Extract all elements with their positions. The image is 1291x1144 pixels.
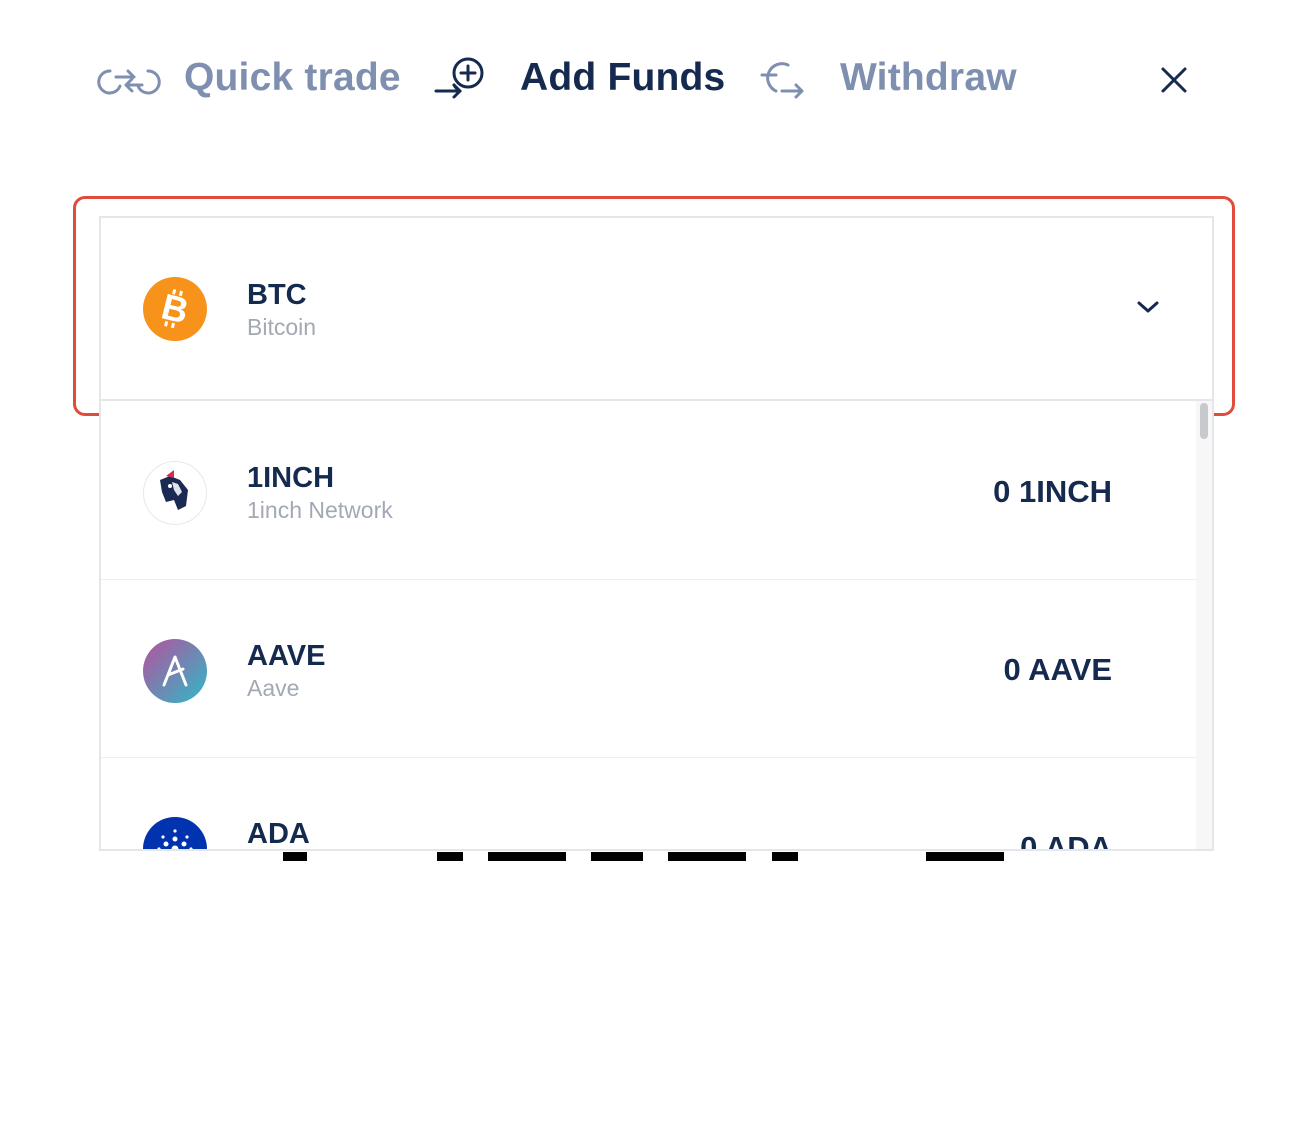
artifact-dash: [437, 852, 463, 861]
selected-currency-name: Bitcoin: [247, 314, 317, 340]
currency-select[interactable]: B BTC Bitcoin: [99, 216, 1214, 399]
list-item[interactable]: AAVE Aave 0 AAVE: [101, 579, 1198, 758]
currency-balance: 0 ADA: [1020, 830, 1112, 851]
tab-quick-trade-label: Quick trade: [184, 56, 401, 99]
cardano-icon: [143, 817, 207, 849]
artifact-dash: [283, 852, 307, 861]
currency-balance: 0 AAVE: [1003, 652, 1112, 687]
artifact-dash: [926, 852, 1004, 861]
currency-name: Aave: [247, 675, 300, 701]
tab-withdraw[interactable]: Withdraw: [754, 50, 1017, 106]
currency-symbol: AAVE: [247, 640, 326, 672]
dropdown-scrollbar[interactable]: [1196, 401, 1212, 849]
tab-add-funds[interactable]: Add Funds: [434, 50, 725, 106]
artifact-dash: [772, 852, 798, 861]
bitcoin-icon: B: [143, 277, 207, 341]
scrollbar-thumb[interactable]: [1200, 403, 1208, 439]
close-button[interactable]: [1156, 62, 1192, 98]
artifact-dash: [591, 852, 643, 861]
artifact-dash: [488, 852, 566, 861]
withdraw-arrow-icon: [754, 53, 806, 103]
close-icon: [1161, 67, 1187, 93]
selected-currency-symbol: BTC: [247, 279, 307, 311]
artifact-dash: [668, 852, 746, 861]
1inch-unicorn-icon: [143, 461, 207, 525]
currency-balance: 0 1INCH: [993, 474, 1112, 509]
list-item[interactable]: 1INCH 1inch Network 0 1INCH: [101, 401, 1198, 580]
funds-tabs: Quick trade Add Funds Withdraw: [0, 0, 1291, 160]
tab-add-funds-label: Add Funds: [520, 56, 726, 99]
tab-withdraw-label: Withdraw: [840, 56, 1017, 99]
currency-name: 1inch Network: [247, 497, 393, 523]
add-funds-plus-icon: [434, 53, 490, 103]
aave-icon: [143, 639, 207, 703]
currency-symbol: ADA: [247, 818, 310, 850]
currency-dropdown-list[interactable]: 1INCH 1inch Network 0 1INCH AAVE Aave 0 …: [99, 399, 1214, 851]
chevron-down-icon[interactable]: [1135, 298, 1161, 316]
list-item[interactable]: ADA 0 ADA: [101, 757, 1198, 851]
currency-symbol: 1INCH: [247, 462, 335, 494]
tab-quick-trade[interactable]: Quick trade: [96, 50, 401, 106]
swap-arrows-icon: [96, 55, 162, 101]
